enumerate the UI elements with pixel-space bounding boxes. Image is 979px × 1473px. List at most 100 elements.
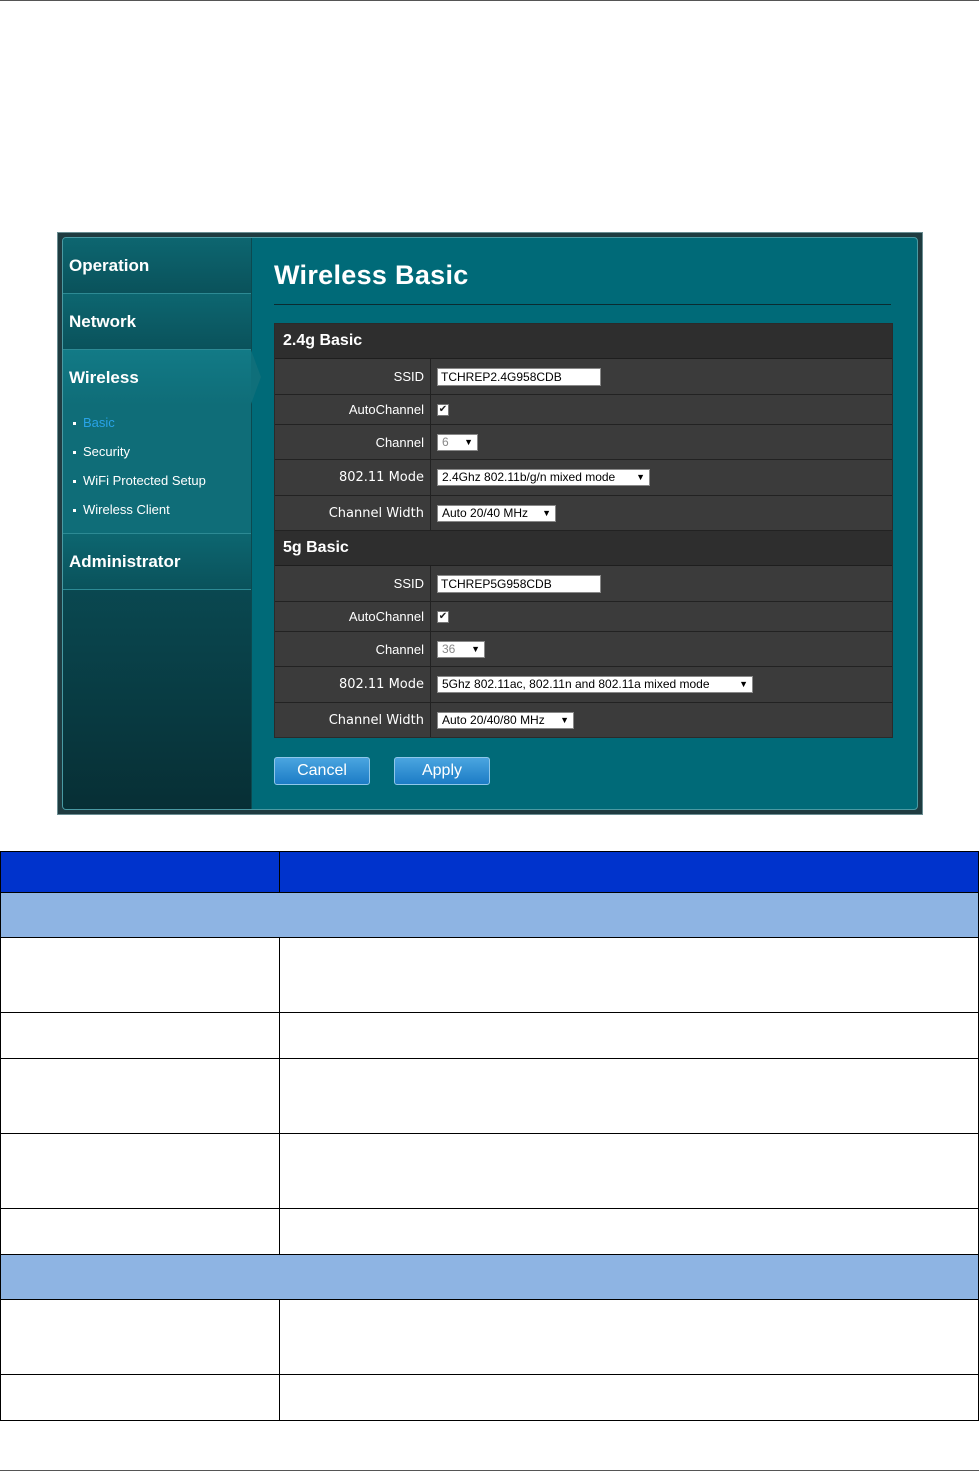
table-row: [0, 937, 979, 1013]
ssid-label: SSID: [275, 566, 431, 601]
section-heading-2-4g: 2.4g Basic: [275, 324, 892, 359]
table-row: [0, 1058, 979, 1134]
sidebar-section-label: Operation: [69, 256, 150, 275]
autochannel-label: AutoChannel: [275, 602, 431, 631]
sidebar-nav: Operation Network Wireless Basic Securit…: [63, 238, 252, 809]
row-channel-5g: Channel 36 ▼: [275, 632, 892, 667]
table-cell: [0, 1012, 280, 1059]
table-row: [0, 1374, 979, 1421]
row-mode-2-4g: 802.11 Mode 2.4Ghz 802.11b/g/n mixed mod…: [275, 460, 892, 496]
table-row: [0, 1133, 979, 1209]
table-header-cell: [279, 851, 979, 893]
select-value: 6: [442, 434, 449, 449]
table-section-cell: [0, 892, 979, 938]
channel-select-2-4g[interactable]: 6 ▼: [437, 433, 478, 451]
submenu-item-security[interactable]: Security: [73, 444, 130, 459]
table-section-cell: [0, 1254, 979, 1300]
table-row: [0, 1012, 979, 1059]
table-cell: [0, 1374, 280, 1421]
select-value: 5Ghz 802.11ac, 802.11n and 802.11a mixed…: [442, 677, 710, 691]
bullet-icon: [73, 451, 76, 455]
bullet-icon: [73, 509, 76, 513]
sidebar-section-network[interactable]: Network: [63, 294, 251, 350]
table-cell: [279, 1058, 979, 1134]
submenu-item-wireless-client[interactable]: Wireless Client: [73, 502, 170, 517]
submenu-label: Basic: [83, 415, 115, 430]
page-bottom-rule: [0, 1470, 979, 1471]
triangle-down-icon: ▼: [471, 643, 480, 654]
apply-button[interactable]: Apply: [394, 757, 490, 785]
channel-label: Channel: [275, 632, 431, 666]
mode-select-5g[interactable]: 5Ghz 802.11ac, 802.11n and 802.11a mixed…: [437, 676, 753, 693]
wireless-settings-table: 2.4g Basic SSID TCHREP2.4G958CDB AutoCha…: [274, 323, 893, 738]
row-width-2-4g: Channel Width Auto 20/40 MHz ▼: [275, 496, 892, 531]
submenu-label: Security: [83, 444, 130, 459]
ssid-label: SSID: [275, 359, 431, 394]
page-title: Wireless Basic: [274, 260, 469, 290]
sidebar-section-operation[interactable]: Operation: [63, 238, 251, 294]
ssid-input-5g[interactable]: TCHREP5G958CDB: [437, 574, 601, 593]
submenu-item-basic[interactable]: Basic: [73, 415, 115, 430]
mode-label: 802.11 Mode: [275, 460, 431, 495]
table-cell: [279, 937, 979, 1013]
submenu-item-wps[interactable]: WiFi Protected Setup: [73, 473, 206, 488]
main-content: Wireless Basic 2.4g Basic SSID TCHREP2.4…: [252, 238, 917, 809]
check-icon: ✔: [438, 610, 448, 622]
wireless-submenu: Basic Security WiFi Protected Setup Wire…: [63, 405, 251, 534]
row-ssid-5g: SSID TCHREP5G958CDB: [275, 566, 892, 602]
row-width-5g: Channel Width Auto 20/40/80 MHz ▼: [275, 703, 892, 737]
mode-select-2-4g[interactable]: 2.4Ghz 802.11b/g/n mixed mode ▼: [437, 469, 650, 486]
triangle-down-icon: ▼: [464, 436, 473, 447]
bullet-icon: [73, 422, 76, 426]
bullet-icon: [73, 480, 76, 484]
triangle-down-icon: ▼: [636, 472, 645, 482]
table-row: [0, 1208, 979, 1255]
row-channel-2-4g: Channel 6 ▼: [275, 425, 892, 460]
channel-width-label: Channel Width: [275, 703, 431, 737]
autochannel-checkbox-5g[interactable]: ✔: [437, 610, 449, 623]
field-description-table: [0, 851, 979, 1421]
autochannel-label: AutoChannel: [275, 395, 431, 424]
title-divider: [274, 304, 891, 305]
sidebar-section-label: Network: [69, 312, 137, 331]
table-cell: [0, 1299, 280, 1375]
router-ui-window: Operation Network Wireless Basic Securit…: [57, 232, 923, 815]
sidebar-section-wireless[interactable]: Wireless: [63, 350, 251, 405]
triangle-down-icon: ▼: [542, 507, 551, 518]
check-icon: ✔: [438, 403, 448, 415]
triangle-down-icon: ▼: [739, 679, 748, 689]
table-cell: [0, 937, 280, 1013]
table-cell: [279, 1208, 979, 1255]
channel-width-select-2-4g[interactable]: Auto 20/40 MHz ▼: [437, 504, 556, 522]
table-header-row: [0, 851, 979, 893]
select-value: 36: [442, 641, 456, 656]
page-top-rule: [0, 0, 979, 1]
row-ssid-2-4g: SSID TCHREP2.4G958CDB: [275, 359, 892, 395]
sidebar-section-administrator[interactable]: Administrator: [63, 534, 251, 590]
submenu-label: WiFi Protected Setup: [83, 473, 206, 488]
select-value: Auto 20/40/80 MHz: [442, 712, 545, 727]
table-cell: [279, 1374, 979, 1421]
channel-width-label: Channel Width: [275, 496, 431, 530]
table-section-row: [0, 892, 979, 938]
table-cell: [279, 1012, 979, 1059]
table-cell: [0, 1058, 280, 1134]
section-heading-5g: 5g Basic: [275, 531, 892, 566]
row-autochannel-2-4g: AutoChannel ✔: [275, 395, 892, 425]
autochannel-checkbox-2-4g[interactable]: ✔: [437, 403, 449, 416]
select-value: Auto 20/40 MHz: [442, 505, 529, 520]
table-header-cell: [0, 851, 280, 893]
table-cell: [279, 1299, 979, 1375]
select-value: 2.4Ghz 802.11b/g/n mixed mode: [442, 470, 616, 484]
channel-width-select-5g[interactable]: Auto 20/40/80 MHz ▼: [437, 711, 574, 729]
table-row: [0, 1299, 979, 1375]
mode-label: 802.11 Mode: [275, 667, 431, 702]
table-cell: [0, 1133, 280, 1209]
cancel-button[interactable]: Cancel: [274, 757, 370, 785]
row-autochannel-5g: AutoChannel ✔: [275, 602, 892, 632]
channel-select-5g[interactable]: 36 ▼: [437, 640, 485, 658]
sidebar-section-label: Wireless: [69, 368, 139, 387]
row-mode-5g: 802.11 Mode 5Ghz 802.11ac, 802.11n and 8…: [275, 667, 892, 703]
ssid-input-2-4g[interactable]: TCHREP2.4G958CDB: [437, 367, 601, 386]
table-cell: [0, 1208, 280, 1255]
